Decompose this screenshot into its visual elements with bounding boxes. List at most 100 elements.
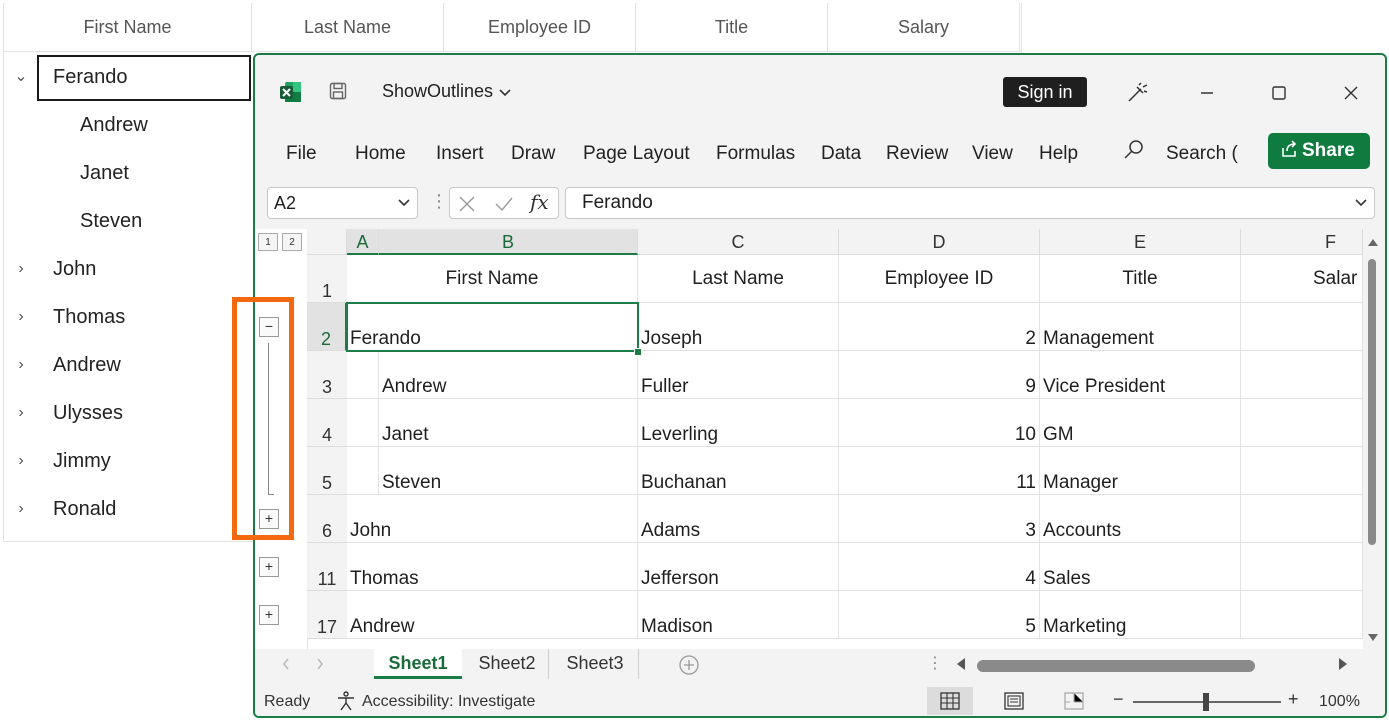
- cell[interactable]: 10: [839, 399, 1040, 447]
- zoom-level[interactable]: 100%: [1319, 693, 1360, 711]
- row-header[interactable]: 6: [307, 495, 347, 543]
- cell[interactable]: 5: [839, 591, 1040, 639]
- cell[interactable]: GM: [1040, 399, 1241, 447]
- tree-row[interactable]: Andrew: [4, 101, 252, 149]
- tab-home[interactable]: Home: [355, 143, 406, 165]
- cell[interactable]: Sales: [1040, 543, 1241, 591]
- tree-row[interactable]: › Ronald: [4, 485, 252, 533]
- share-button[interactable]: Share: [1268, 133, 1370, 169]
- row-header[interactable]: 11: [307, 543, 347, 591]
- tab-file[interactable]: File: [286, 143, 317, 165]
- tab-review[interactable]: Review: [886, 143, 948, 165]
- cell-salary-header[interactable]: Salar: [1241, 255, 1363, 303]
- column-header-employee-id[interactable]: Employee ID: [444, 3, 636, 51]
- chevron-right-icon[interactable]: ›: [12, 389, 30, 437]
- cell[interactable]: [347, 399, 379, 447]
- designer-wand-icon[interactable]: [1121, 77, 1153, 109]
- split-dots-icon[interactable]: ⋮: [927, 653, 943, 673]
- tree-row[interactable]: › Jimmy: [4, 437, 252, 485]
- search-box[interactable]: Search (: [1166, 143, 1242, 165]
- row-header[interactable]: 5: [307, 447, 347, 495]
- row-header[interactable]: 4: [307, 399, 347, 447]
- cell-last-name-header[interactable]: Last Name: [638, 255, 839, 303]
- insert-function-icon[interactable]: fx: [530, 190, 549, 214]
- tree-row[interactable]: › Andrew: [4, 341, 252, 389]
- row-header[interactable]: 3: [307, 351, 347, 399]
- cell[interactable]: 9: [839, 351, 1040, 399]
- maximize-icon[interactable]: [1263, 77, 1295, 109]
- chevron-right-icon[interactable]: ›: [12, 341, 30, 389]
- cell[interactable]: Accounts: [1040, 495, 1241, 543]
- cell[interactable]: [1241, 543, 1363, 591]
- cell[interactable]: 11: [839, 447, 1040, 495]
- tab-page-layout[interactable]: Page Layout: [583, 143, 690, 165]
- scroll-left-icon[interactable]: [955, 657, 967, 671]
- search-icon[interactable]: [1123, 139, 1145, 161]
- cell[interactable]: Andrew: [347, 591, 638, 639]
- tree-row[interactable]: › Thomas: [4, 293, 252, 341]
- cell[interactable]: Leverling: [638, 399, 839, 447]
- document-title[interactable]: ShowOutlines: [382, 81, 493, 102]
- cell[interactable]: [1241, 495, 1363, 543]
- column-header-first-name[interactable]: First Name: [4, 3, 252, 51]
- expand-group-button[interactable]: +: [259, 605, 279, 625]
- scroll-up-icon[interactable]: [1367, 237, 1379, 247]
- column-header-b[interactable]: B: [379, 229, 638, 255]
- cell[interactable]: [1241, 399, 1363, 447]
- worksheet-grid[interactable]: 1 2 − + + + A B C D E F 1 2 3 4 5 6 11 1…: [255, 229, 1385, 649]
- zoom-slider-thumb[interactable]: [1203, 693, 1209, 711]
- chevron-down-icon[interactable]: [1354, 188, 1368, 228]
- cell[interactable]: [1241, 351, 1363, 399]
- cell-employee-id-header[interactable]: Employee ID: [839, 255, 1040, 303]
- tab-draw[interactable]: Draw: [511, 143, 555, 165]
- enter-check-icon[interactable]: [494, 195, 514, 213]
- chevron-left-icon[interactable]: [281, 657, 291, 671]
- cell[interactable]: Joseph: [638, 303, 839, 351]
- cell[interactable]: [1241, 303, 1363, 351]
- chevron-right-icon[interactable]: ›: [12, 485, 30, 533]
- save-icon[interactable]: [329, 82, 347, 100]
- cell[interactable]: Manager: [1040, 447, 1241, 495]
- chevron-right-icon[interactable]: ›: [12, 245, 30, 293]
- more-dots-icon[interactable]: ⋮: [430, 191, 448, 211]
- zoom-in-button[interactable]: +: [1288, 689, 1299, 710]
- vertical-scroll-thumb[interactable]: [1368, 259, 1376, 545]
- expand-group-button[interactable]: +: [259, 557, 279, 577]
- cell[interactable]: [347, 351, 379, 399]
- column-header-salary[interactable]: Salary: [828, 3, 1020, 51]
- cell-title-header[interactable]: Title: [1040, 255, 1241, 303]
- cell[interactable]: Madison: [638, 591, 839, 639]
- accessibility-icon[interactable]: [335, 690, 357, 712]
- cancel-icon[interactable]: [458, 195, 476, 213]
- column-header-c[interactable]: C: [638, 229, 839, 255]
- cell[interactable]: Management: [1040, 303, 1241, 351]
- cell[interactable]: Jefferson: [638, 543, 839, 591]
- name-box[interactable]: A2: [267, 187, 418, 219]
- chevron-down-icon[interactable]: [498, 86, 512, 100]
- chevron-right-icon[interactable]: ›: [12, 437, 30, 485]
- chevron-right-icon[interactable]: [315, 657, 325, 671]
- cell[interactable]: Adams: [638, 495, 839, 543]
- column-header-f[interactable]: F: [1241, 229, 1363, 255]
- column-header-last-name[interactable]: Last Name: [252, 3, 444, 51]
- cell[interactable]: Thomas: [347, 543, 638, 591]
- accessibility-status[interactable]: Accessibility: Investigate: [362, 693, 535, 711]
- cell[interactable]: 3: [839, 495, 1040, 543]
- cell[interactable]: John: [347, 495, 638, 543]
- sheet-tab-sheet1[interactable]: Sheet1: [374, 649, 462, 679]
- chevron-down-icon[interactable]: [397, 188, 411, 228]
- sign-in-button[interactable]: Sign in: [1003, 77, 1087, 107]
- column-header-e[interactable]: E: [1040, 229, 1241, 255]
- tree-row[interactable]: › Ulysses: [4, 389, 252, 437]
- cell[interactable]: Fuller: [638, 351, 839, 399]
- tree-row[interactable]: Steven: [4, 197, 252, 245]
- vertical-scrollbar[interactable]: [1363, 229, 1385, 649]
- cell[interactable]: [347, 447, 379, 495]
- normal-view-button[interactable]: [927, 687, 973, 715]
- tab-insert[interactable]: Insert: [436, 143, 484, 165]
- sheet-tab-sheet3[interactable]: Sheet3: [552, 649, 639, 679]
- row-header[interactable]: 17: [307, 591, 347, 639]
- cell[interactable]: 4: [839, 543, 1040, 591]
- formula-input[interactable]: Ferando: [565, 187, 1375, 219]
- cell[interactable]: Andrew: [379, 351, 638, 399]
